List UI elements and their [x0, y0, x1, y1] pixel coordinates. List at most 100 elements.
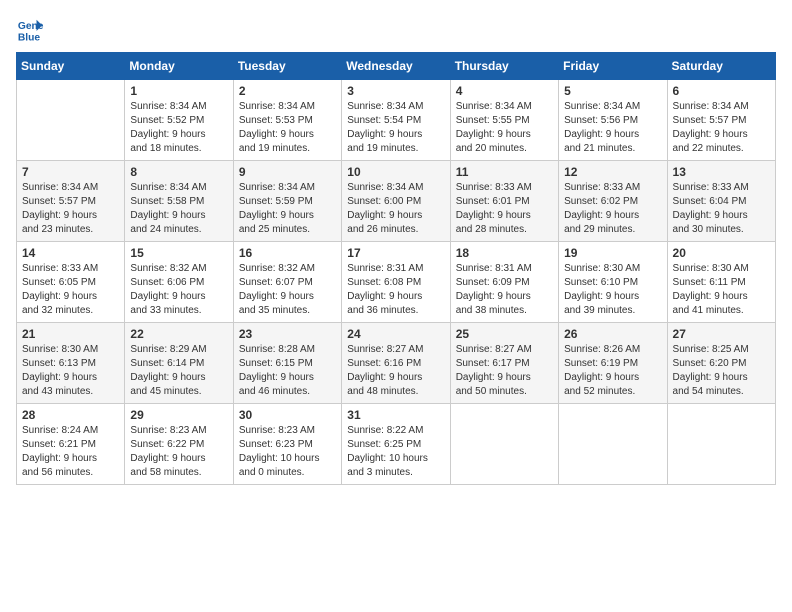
calendar-cell: 1 Sunrise: 8:34 AM Sunset: 5:52 PM Daylig…	[125, 80, 233, 161]
calendar-cell: 11 Sunrise: 8:33 AM Sunset: 6:01 PM Dayli…	[450, 161, 558, 242]
day-info: Sunrise: 8:31 AM Sunset: 6:09 PM Dayligh…	[456, 262, 553, 318]
day-info: Sunrise: 8:32 AM Sunset: 6:06 PM Dayligh…	[130, 262, 227, 318]
day-number: 3	[347, 84, 444, 98]
calendar-cell: 19Sunrise: 8:30 AM Sunset: 6:10 PM Dayli…	[559, 242, 667, 323]
day-number: 10	[347, 165, 444, 179]
calendar-week-row: 14Sunrise: 8:33 AM Sunset: 6:05 PM Dayli…	[17, 242, 776, 323]
col-header-friday: Friday	[559, 53, 667, 80]
day-number: 28	[22, 408, 119, 422]
calendar-cell	[450, 404, 558, 485]
day-number: 24	[347, 327, 444, 341]
calendar-cell: 26 Sunrise: 8:26 AM Sunset: 6:19 PM Dayli…	[559, 323, 667, 404]
calendar-cell	[559, 404, 667, 485]
calendar-cell: 9Sunrise: 8:34 AM Sunset: 5:59 PM Daylig…	[233, 161, 341, 242]
col-header-saturday: Saturday	[667, 53, 775, 80]
day-info: Sunrise: 8:23 AM Sunset: 6:22 PM Dayligh…	[130, 424, 227, 480]
day-info: Sunrise: 8:34 AM Sunset: 5:57 PM Dayligh…	[673, 100, 770, 156]
day-info: Sunrise: 8:23 AM Sunset: 6:23 PM Dayligh…	[239, 424, 336, 480]
day-number: 26	[564, 327, 661, 341]
day-number: 23	[239, 327, 336, 341]
calendar-cell: 29 Sunrise: 8:23 AM Sunset: 6:22 PM Dayli…	[125, 404, 233, 485]
day-number: 8	[130, 165, 227, 179]
day-info: Sunrise: 8:26 AM Sunset: 6:19 PM Dayligh…	[564, 343, 661, 399]
day-number: 30	[239, 408, 336, 422]
day-number: 25	[456, 327, 553, 341]
calendar-cell: 15 Sunrise: 8:32 AM Sunset: 6:06 PM Dayli…	[125, 242, 233, 323]
day-info: Sunrise: 8:27 AM Sunset: 6:17 PM Dayligh…	[456, 343, 553, 399]
calendar-cell: 28 Sunrise: 8:24 AM Sunset: 6:21 PM Dayli…	[17, 404, 125, 485]
day-info: Sunrise: 8:30 AM Sunset: 6:11 PM Dayligh…	[673, 262, 770, 318]
calendar-cell: 23 Sunrise: 8:28 AM Sunset: 6:15 PM Dayli…	[233, 323, 341, 404]
day-info: Sunrise: 8:34 AM Sunset: 6:00 PM Dayligh…	[347, 181, 444, 237]
col-header-wednesday: Wednesday	[342, 53, 450, 80]
day-info: Sunrise: 8:33 AM Sunset: 6:05 PM Dayligh…	[22, 262, 119, 318]
day-number: 1	[130, 84, 227, 98]
day-info: Sunrise: 8:33 AM Sunset: 6:01 PM Dayligh…	[456, 181, 553, 237]
day-info: Sunrise: 8:30 AM Sunset: 6:13 PM Dayligh…	[22, 343, 119, 399]
calendar-cell: 2Sunrise: 8:34 AM Sunset: 5:53 PM Daylig…	[233, 80, 341, 161]
calendar-cell: 3 Sunrise: 8:34 AM Sunset: 5:54 PM Daylig…	[342, 80, 450, 161]
calendar-header-row: SundayMondayTuesdayWednesdayThursdayFrid…	[17, 53, 776, 80]
day-number: 11	[456, 165, 553, 179]
calendar-cell: 21 Sunrise: 8:30 AM Sunset: 6:13 PM Dayli…	[17, 323, 125, 404]
day-info: Sunrise: 8:22 AM Sunset: 6:25 PM Dayligh…	[347, 424, 444, 480]
col-header-sunday: Sunday	[17, 53, 125, 80]
day-number: 5	[564, 84, 661, 98]
calendar-cell: 22 Sunrise: 8:29 AM Sunset: 6:14 PM Dayli…	[125, 323, 233, 404]
day-number: 15	[130, 246, 227, 260]
day-number: 12	[564, 165, 661, 179]
calendar-cell: 6 Sunrise: 8:34 AM Sunset: 5:57 PM Daylig…	[667, 80, 775, 161]
calendar-body: 1 Sunrise: 8:34 AM Sunset: 5:52 PM Daylig…	[17, 80, 776, 485]
col-header-tuesday: Tuesday	[233, 53, 341, 80]
day-info: Sunrise: 8:28 AM Sunset: 6:15 PM Dayligh…	[239, 343, 336, 399]
day-number: 27	[673, 327, 770, 341]
day-number: 6	[673, 84, 770, 98]
day-number: 21	[22, 327, 119, 341]
calendar-cell	[667, 404, 775, 485]
day-info: Sunrise: 8:34 AM Sunset: 5:52 PM Dayligh…	[130, 100, 227, 156]
calendar-cell: 17 Sunrise: 8:31 AM Sunset: 6:08 PM Dayli…	[342, 242, 450, 323]
day-info: Sunrise: 8:34 AM Sunset: 5:54 PM Dayligh…	[347, 100, 444, 156]
calendar-cell: 12Sunrise: 8:33 AM Sunset: 6:02 PM Dayli…	[559, 161, 667, 242]
day-info: Sunrise: 8:24 AM Sunset: 6:21 PM Dayligh…	[22, 424, 119, 480]
day-number: 4	[456, 84, 553, 98]
day-info: Sunrise: 8:34 AM Sunset: 5:58 PM Dayligh…	[130, 181, 227, 237]
calendar-cell: 30 Sunrise: 8:23 AM Sunset: 6:23 PM Dayli…	[233, 404, 341, 485]
day-number: 17	[347, 246, 444, 260]
day-info: Sunrise: 8:25 AM Sunset: 6:20 PM Dayligh…	[673, 343, 770, 399]
calendar-cell: 18 Sunrise: 8:31 AM Sunset: 6:09 PM Dayli…	[450, 242, 558, 323]
day-info: Sunrise: 8:29 AM Sunset: 6:14 PM Dayligh…	[130, 343, 227, 399]
page-header: General Blue	[16, 16, 776, 44]
calendar-table: SundayMondayTuesdayWednesdayThursdayFrid…	[16, 52, 776, 485]
day-number: 7	[22, 165, 119, 179]
calendar-week-row: 1 Sunrise: 8:34 AM Sunset: 5:52 PM Daylig…	[17, 80, 776, 161]
day-number: 31	[347, 408, 444, 422]
day-info: Sunrise: 8:34 AM Sunset: 5:55 PM Dayligh…	[456, 100, 553, 156]
calendar-cell: 31 Sunrise: 8:22 AM Sunset: 6:25 PM Dayli…	[342, 404, 450, 485]
day-number: 16	[239, 246, 336, 260]
calendar-cell: 10 Sunrise: 8:34 AM Sunset: 6:00 PM Dayli…	[342, 161, 450, 242]
calendar-cell: 20 Sunrise: 8:30 AM Sunset: 6:11 PM Dayli…	[667, 242, 775, 323]
day-info: Sunrise: 8:30 AM Sunset: 6:10 PM Dayligh…	[564, 262, 661, 318]
calendar-cell: 13Sunrise: 8:33 AM Sunset: 6:04 PM Dayli…	[667, 161, 775, 242]
logo-icon: General Blue	[16, 16, 44, 44]
day-number: 18	[456, 246, 553, 260]
day-info: Sunrise: 8:33 AM Sunset: 6:04 PM Dayligh…	[673, 181, 770, 237]
calendar-week-row: 28 Sunrise: 8:24 AM Sunset: 6:21 PM Dayli…	[17, 404, 776, 485]
day-info: Sunrise: 8:34 AM Sunset: 5:56 PM Dayligh…	[564, 100, 661, 156]
day-number: 9	[239, 165, 336, 179]
day-number: 20	[673, 246, 770, 260]
day-info: Sunrise: 8:31 AM Sunset: 6:08 PM Dayligh…	[347, 262, 444, 318]
day-number: 29	[130, 408, 227, 422]
calendar-cell: 25 Sunrise: 8:27 AM Sunset: 6:17 PM Dayli…	[450, 323, 558, 404]
col-header-thursday: Thursday	[450, 53, 558, 80]
day-number: 22	[130, 327, 227, 341]
day-info: Sunrise: 8:32 AM Sunset: 6:07 PM Dayligh…	[239, 262, 336, 318]
calendar-cell: 5 Sunrise: 8:34 AM Sunset: 5:56 PM Daylig…	[559, 80, 667, 161]
calendar-cell	[17, 80, 125, 161]
calendar-cell: 4 Sunrise: 8:34 AM Sunset: 5:55 PM Daylig…	[450, 80, 558, 161]
calendar-cell: 27 Sunrise: 8:25 AM Sunset: 6:20 PM Dayli…	[667, 323, 775, 404]
col-header-monday: Monday	[125, 53, 233, 80]
calendar-week-row: 21 Sunrise: 8:30 AM Sunset: 6:13 PM Dayli…	[17, 323, 776, 404]
calendar-cell: 7Sunrise: 8:34 AM Sunset: 5:57 PM Daylig…	[17, 161, 125, 242]
